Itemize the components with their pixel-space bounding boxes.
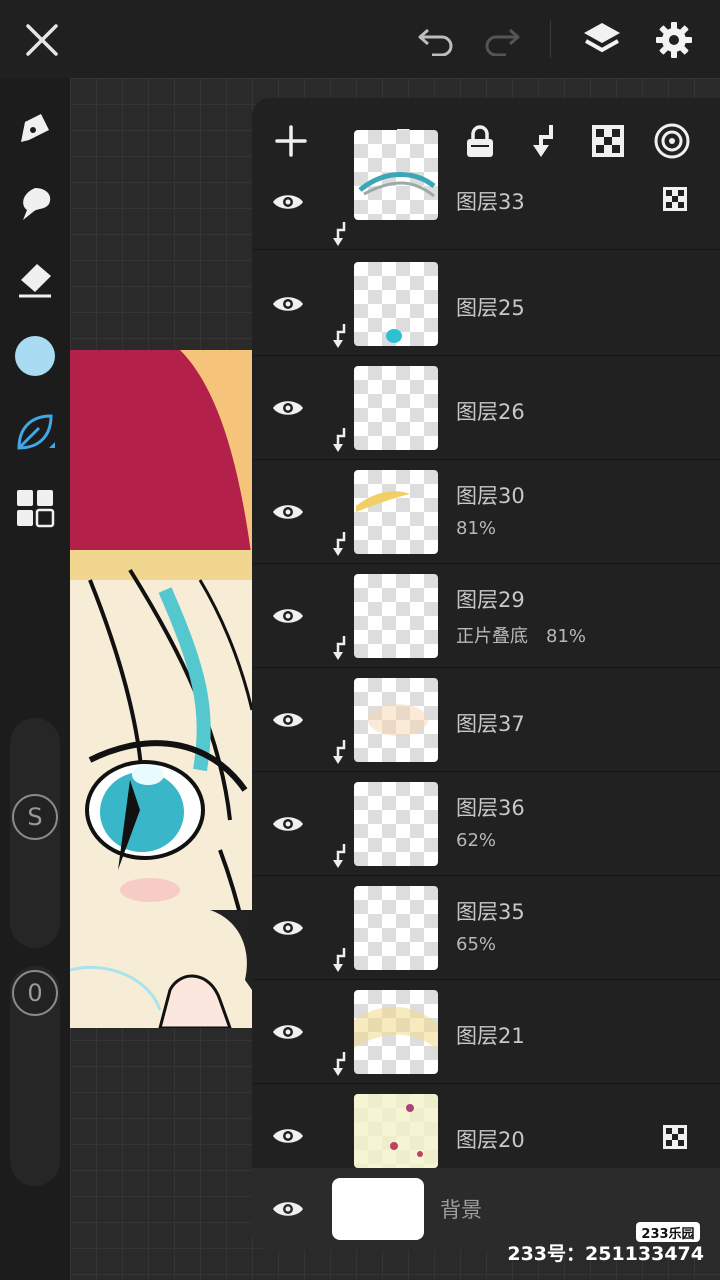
eye-icon[interactable] (262, 1006, 314, 1058)
layer-opacity: 81% (456, 518, 497, 539)
layer-name: 图层30 (456, 484, 525, 508)
top-toolbar (0, 0, 720, 78)
layer-row[interactable]: 图层36 62% (252, 772, 720, 876)
smudge-icon[interactable] (9, 178, 61, 230)
brush-leaf-icon[interactable] (9, 406, 61, 458)
clip-indicator-icon (330, 1050, 352, 1078)
layer-thumbnail (354, 262, 438, 346)
layer-row[interactable]: 图层21 (252, 980, 720, 1084)
pen-icon[interactable] (9, 102, 61, 154)
layer-name: 图层20 (456, 1128, 525, 1152)
toolbar-divider (550, 20, 551, 58)
undo-icon[interactable] (410, 14, 462, 66)
clip-indicator-icon (330, 220, 352, 248)
layer-row[interactable]: 图层29 正片叠底 81% (252, 564, 720, 668)
artwork-canvas[interactable] (70, 350, 252, 1028)
layer-thumbnail (354, 886, 438, 970)
redo-icon[interactable] (476, 14, 528, 66)
layer-row[interactable]: 图层26 (252, 356, 720, 460)
layer-row[interactable]: 图层37 (252, 668, 720, 772)
layer-name: 图层26 (456, 400, 525, 424)
eye-icon[interactable] (262, 176, 314, 228)
layer-row[interactable]: 图层25 (252, 252, 720, 356)
brush-size-label: S (27, 803, 43, 831)
layer-opacity: 62% (456, 830, 497, 851)
eye-icon[interactable] (262, 590, 314, 642)
layer-thumbnail (354, 574, 438, 658)
clip-indicator-icon (330, 634, 352, 662)
eye-icon[interactable] (262, 278, 314, 330)
eye-icon[interactable] (262, 382, 314, 434)
layer-name: 图层25 (456, 296, 525, 320)
layer-panel: 图层33 图层25 图层26 图层30 81% 图层29 正片叠底 81% 图层… (252, 98, 720, 1248)
layer-blend-opacity: 正片叠底 81% (456, 626, 587, 647)
layer-thumbnail (354, 782, 438, 866)
alpha-lock-indicator-icon (662, 186, 688, 212)
layers-icon[interactable] (576, 14, 628, 66)
left-toolbar: S 0 (0, 78, 70, 1280)
clip-indicator-icon (330, 530, 352, 558)
eraser-icon[interactable] (9, 254, 61, 306)
settings-icon[interactable] (648, 14, 700, 66)
layer-thumbnail (354, 366, 438, 450)
clip-indicator-icon (330, 842, 352, 870)
layer-row[interactable]: 图层30 81% (252, 460, 720, 564)
color-swatch[interactable] (9, 330, 61, 382)
layer-name: 图层33 (456, 190, 525, 214)
alpha-lock-indicator-icon (662, 1124, 688, 1150)
layer-name: 图层36 (456, 796, 525, 820)
close-icon[interactable] (16, 14, 68, 66)
eye-icon[interactable] (262, 902, 314, 954)
layer-thumbnail (354, 1094, 438, 1168)
layer-opacity: 65% (456, 934, 497, 955)
background-thumbnail (332, 1178, 424, 1240)
layer-thumbnail (354, 130, 438, 220)
clip-indicator-icon (330, 738, 352, 766)
layer-thumbnail (354, 678, 438, 762)
eye-icon[interactable] (262, 1183, 314, 1235)
clip-indicator-icon (330, 426, 352, 454)
layer-name: 图层29 (456, 588, 525, 612)
layer-thumbnail (354, 990, 438, 1074)
gallery-icon[interactable] (9, 482, 61, 534)
layer-thumbnail (354, 470, 438, 554)
opacity-knob[interactable]: 0 (12, 970, 58, 1016)
eye-icon[interactable] (262, 798, 314, 850)
layer-row[interactable]: 图层35 65% (252, 876, 720, 980)
brush-size-knob[interactable]: S (12, 794, 58, 840)
layer-name: 图层37 (456, 712, 525, 736)
eye-icon[interactable] (262, 694, 314, 746)
layer-name: 图层21 (456, 1024, 525, 1048)
watermark-text: 233号：251133474 (507, 1243, 704, 1265)
layer-row[interactable]: 图层33 (252, 130, 720, 250)
layer-row[interactable]: 图层20 (252, 1084, 720, 1168)
eye-icon[interactable] (262, 486, 314, 538)
clip-indicator-icon (330, 946, 352, 974)
layer-name: 图层35 (456, 900, 525, 924)
background-layer-name: 背景 (440, 1198, 482, 1222)
opacity-label: 0 (27, 979, 43, 1007)
clip-indicator-icon (330, 322, 352, 350)
eye-icon[interactable] (262, 1110, 314, 1162)
